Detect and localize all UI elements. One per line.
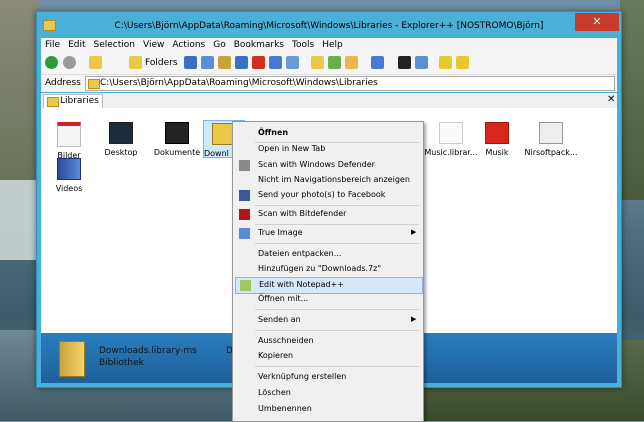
toolbar: Folders [41,52,617,75]
submenu-arrow-icon: ▶ [411,315,417,323]
tab-bar: Libraries ✕ [41,93,617,109]
menu-view[interactable]: View [139,38,168,50]
menu-file[interactable]: File [41,38,64,50]
details-filename: Downloads.library-ms [99,346,197,356]
address-folder-icon [88,79,100,89]
menu-selection[interactable]: Selection [90,38,139,50]
nirsoft-pack-icon [539,122,563,144]
menu-separator [255,205,419,206]
menu-separator [255,224,419,225]
search-icon[interactable] [286,56,299,69]
menu-edit[interactable]: Edit [64,38,89,50]
documents-library-icon [165,122,189,144]
bookmarks-icon[interactable] [456,56,469,69]
menu-item-scan-bitdefender[interactable]: Scan with Bitdefender [235,207,421,222]
menu-item-not-in-nav[interactable]: Nicht im Navigationsbereich anzeigen [235,173,421,188]
command-prompt-icon[interactable] [398,56,411,69]
tab-libraries[interactable]: Libraries [43,94,103,108]
list-item-desktop[interactable]: Desktop [97,122,145,157]
menu-item-extract[interactable]: Dateien entpacken... [235,247,421,262]
cut-icon[interactable] [184,56,197,69]
list-item-bilder[interactable]: Bilder [45,122,93,160]
menu-bar: File Edit Selection View Actions Go Bookmarks T… [41,38,617,52]
videos-library-icon [57,158,81,180]
menu-item-add-7z[interactable]: Hinzufügen zu "Downloads.7z" [235,262,421,277]
forward-icon[interactable] [63,56,76,69]
list-item-nirsoftpack[interactable]: Nirsoftpack... [523,122,579,157]
mcdonalds-music-icon [485,122,509,144]
menu-separator [255,330,419,331]
menu-separator [255,366,419,367]
refresh-icon[interactable] [415,56,428,69]
selected-folder-icon [59,341,85,377]
pictures-library-icon [57,122,81,147]
desktop-library-icon [109,122,133,144]
menu-item-cut[interactable]: Ausschneiden [235,334,421,349]
true-image-icon [239,228,250,239]
add-bookmark-icon[interactable] [439,56,452,69]
folders-button[interactable]: Folders [145,58,178,68]
music-library-file-icon [439,122,463,144]
tab-label: Libraries [60,96,99,106]
address-value: C:\Users\Björn\AppData\Roaming\Microsoft… [100,78,378,88]
list-item-music-library[interactable]: Music.librar... [423,122,479,157]
window-title: C:\Users\Björn\AppData\Roaming\Microsoft… [114,21,544,31]
menu-go[interactable]: Go [209,38,229,50]
menu-separator [255,309,419,310]
address-bar: Address C:\Users\Björn\AppData\Roaming\M… [41,75,617,92]
views-icon[interactable] [371,56,384,69]
copy-to-icon[interactable] [328,56,341,69]
details-type: Bibliothek [99,358,144,368]
context-menu: Öffnen Open in New Tab Scan with Windows… [232,121,424,422]
menu-item-scan-defender[interactable]: Scan with Windows Defender [235,158,421,173]
facebook-icon [239,190,250,201]
folders-icon[interactable] [129,56,142,69]
move-folder-icon[interactable] [345,56,358,69]
menu-item-send-facebook[interactable]: Send your photo(s) to Facebook [235,188,421,203]
tab-folder-icon [47,97,59,107]
menu-help[interactable]: Help [318,38,347,50]
close-window-button[interactable]: ✕ [575,13,619,31]
menu-item-open-with[interactable]: Öffnen mit... [235,292,421,307]
menu-separator [255,243,419,244]
back-icon[interactable] [45,56,58,69]
menu-actions[interactable]: Actions [168,38,209,50]
move-to-icon[interactable] [235,56,248,69]
new-folder-icon[interactable] [311,56,324,69]
menu-item-create-shortcut[interactable]: Verknüpfung erstellen [235,370,421,385]
menu-item-open-new-tab[interactable]: Open in New Tab [235,142,421,157]
menu-tools[interactable]: Tools [288,38,318,50]
menu-item-copy[interactable]: Kopieren [235,349,421,364]
menu-bookmarks[interactable]: Bookmarks [230,38,288,50]
menu-item-rename[interactable]: Umbenennen [235,402,421,417]
list-item-videos[interactable]: Videos [45,158,93,193]
submenu-arrow-icon: ▶ [411,228,417,236]
copy-icon[interactable] [201,56,214,69]
delete-icon[interactable] [252,56,265,69]
close-tab-icon[interactable]: ✕ [607,94,615,105]
windows-defender-icon [239,160,250,171]
notepad-plus-icon [240,280,251,291]
list-item-dokumente[interactable]: Dokumente [153,122,201,157]
bitdefender-icon [239,209,250,220]
address-input[interactable]: C:\Users\Björn\AppData\Roaming\Microsoft… [85,76,615,91]
up-folder-icon[interactable] [89,56,102,69]
title-bar[interactable]: C:\Users\Björn\AppData\Roaming\Microsoft… [37,12,621,38]
menu-item-delete[interactable]: Löschen [235,386,421,401]
menu-item-open[interactable]: Öffnen [235,126,421,141]
properties-icon[interactable] [269,56,282,69]
address-label: Address [45,78,81,88]
menu-item-true-image[interactable]: True Image ▶ [235,226,421,241]
menu-item-send-to[interactable]: Senden an ▶ [235,313,421,328]
list-item-musik[interactable]: Musik [473,122,521,157]
paste-icon[interactable] [218,56,231,69]
